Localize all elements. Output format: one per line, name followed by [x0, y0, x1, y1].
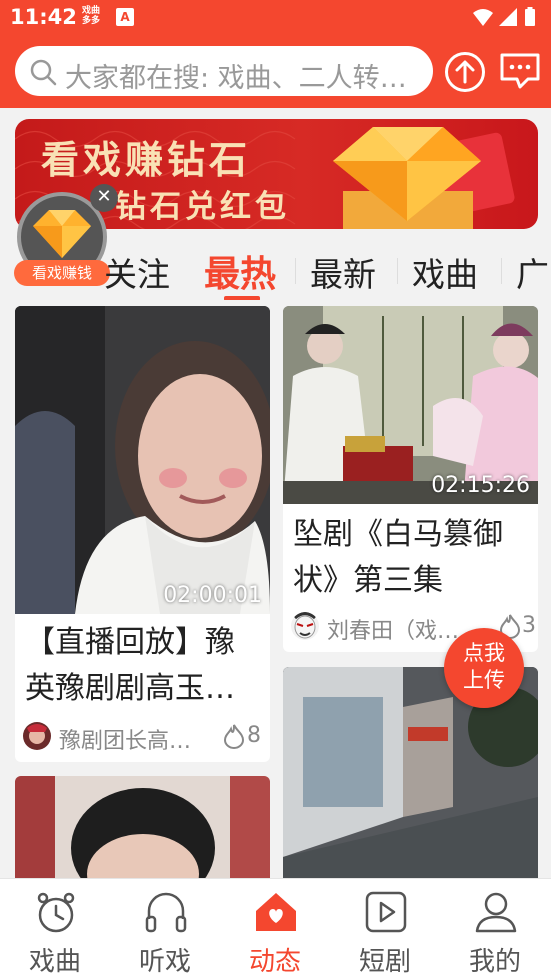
- author-row: 豫剧团长高… 8: [23, 722, 265, 755]
- author-name[interactable]: 豫剧团长高…: [59, 723, 199, 755]
- tab-opera[interactable]: 戏曲: [412, 248, 478, 296]
- like-count: 3: [522, 613, 536, 638]
- status-icons: [473, 7, 535, 26]
- wifi-icon: [473, 9, 493, 26]
- close-icon[interactable]: ✕: [90, 184, 118, 212]
- battery-icon: [525, 9, 535, 26]
- upload-icon[interactable]: [444, 51, 486, 93]
- search-bar[interactable]: 大家都在搜: 戏曲、二人转、京剧: [15, 46, 433, 96]
- upload-fab-button[interactable]: 点我 上传: [444, 628, 524, 708]
- flame-icon[interactable]: [223, 723, 245, 749]
- banner-headline: 看戏赚钻石: [41, 137, 252, 182]
- nav-item-feed[interactable]: 动态: [220, 879, 330, 980]
- signal-icon: [499, 8, 517, 26]
- nav-label: 短剧: [358, 947, 411, 977]
- nav-label: 我的: [468, 947, 521, 977]
- app-badge-icon: 戏曲 多多: [81, 6, 100, 26]
- play-square-icon: [365, 891, 407, 933]
- search-placeholder: 大家都在搜: 戏曲、二人转、京剧: [65, 63, 425, 94]
- video-title: 【直播回放】豫英豫剧剧高玉…: [25, 625, 235, 706]
- tab-square[interactable]: 广: [516, 248, 549, 296]
- like-count: 8: [247, 723, 261, 748]
- nav-item-mine[interactable]: 我的: [440, 879, 550, 980]
- search-icon: [30, 59, 57, 86]
- video-card[interactable]: [15, 776, 270, 886]
- nav-label: 动态: [248, 947, 301, 977]
- tab-follow[interactable]: 关注: [104, 248, 170, 296]
- thumbnail-image: [15, 306, 270, 614]
- author-avatar[interactable]: [291, 612, 319, 640]
- video-thumbnail: [15, 776, 270, 886]
- nav-label: 戏曲: [28, 947, 81, 977]
- diamond-gift-icon: [333, 127, 515, 229]
- nav-label: 听戏: [138, 947, 191, 977]
- author-avatar[interactable]: [23, 722, 51, 750]
- tab-newest[interactable]: 最新: [310, 248, 376, 296]
- a-notification-icon: A: [116, 8, 134, 26]
- video-card[interactable]: 02:15:26 坠剧《白马篡御状》第三集 刘春田（戏… 3: [283, 306, 538, 652]
- tab-divider: [501, 258, 502, 284]
- video-title: 坠剧《白马篡御状》第三集: [293, 517, 503, 598]
- video-thumbnail: 02:00:01: [15, 306, 270, 614]
- category-tabs: 关注 最热 最新 戏曲 广: [100, 240, 551, 300]
- home-heart-icon: [256, 893, 296, 931]
- bottom-nav: 戏曲 听戏 动态 短剧 我的: [0, 878, 551, 980]
- author-name[interactable]: 刘春田（戏…: [327, 613, 467, 645]
- tab-divider: [295, 258, 296, 284]
- tab-divider: [397, 258, 398, 284]
- headphones-icon: [145, 892, 187, 933]
- earn-label: 看戏赚钱: [14, 260, 110, 286]
- tab-hottest[interactable]: 最热: [204, 245, 276, 297]
- thumbnail-image: [15, 776, 270, 886]
- active-tab-indicator: [224, 296, 260, 300]
- video-card[interactable]: 02:00:01 【直播回放】豫英豫剧剧高玉… 豫剧团长高… 8: [15, 306, 270, 762]
- nav-item-short-drama[interactable]: 短剧: [330, 879, 440, 980]
- user-icon: [475, 892, 517, 933]
- video-thumbnail: 02:15:26: [283, 306, 538, 504]
- app-header: 11:42 戏曲 多多 A 大家都在搜: 戏曲、二人转、京剧: [0, 0, 551, 108]
- video-duration: 02:00:01: [163, 583, 262, 608]
- alarm-clock-icon: [37, 892, 75, 933]
- earn-diamond-widget[interactable]: ✕ 看戏赚钱: [14, 184, 118, 290]
- banner-subline: 钻石兑红包: [115, 189, 290, 225]
- status-time: 11:42: [10, 5, 77, 29]
- message-icon[interactable]: [498, 51, 542, 91]
- video-duration: 02:15:26: [431, 473, 530, 498]
- nav-item-opera[interactable]: 戏曲: [0, 879, 110, 980]
- status-bar: 11:42 戏曲 多多 A: [0, 0, 551, 36]
- nav-item-listen[interactable]: 听戏: [110, 879, 220, 980]
